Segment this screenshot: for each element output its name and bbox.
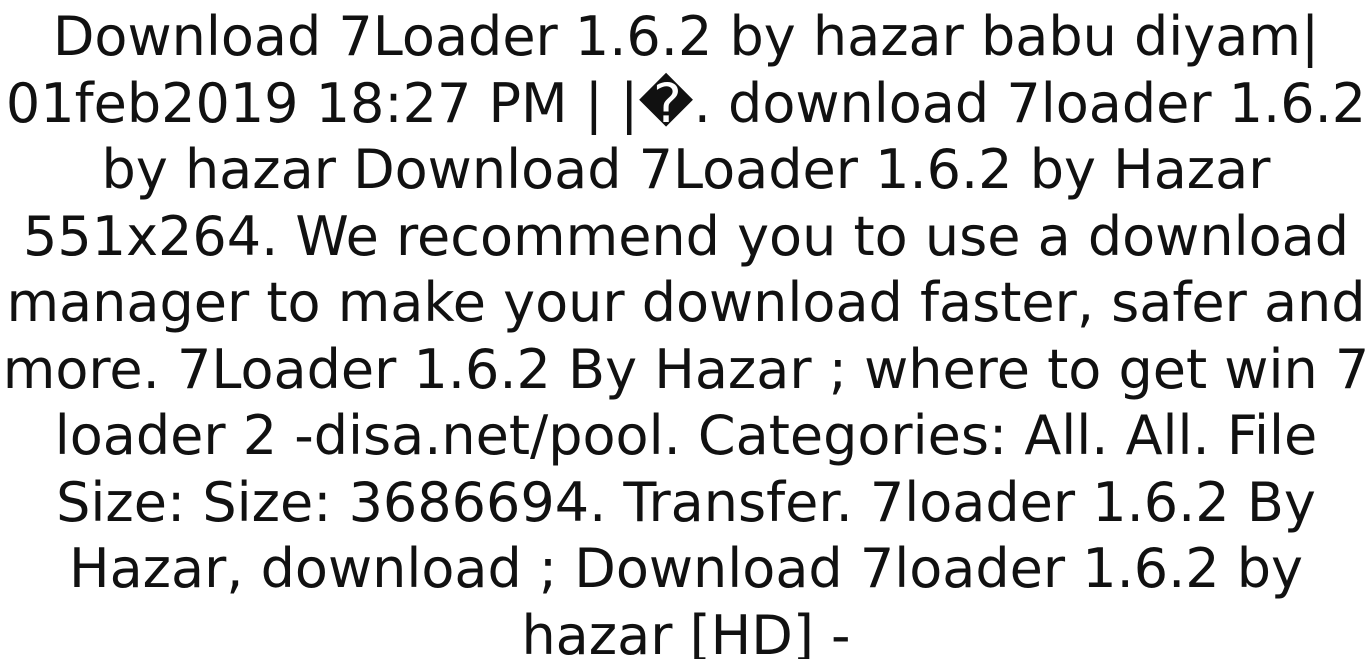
text-line-1: Download 7Loader 1.6.2 by hazar babu diy… <box>52 5 1320 68</box>
text-line-7: loader 2 -disa.net/pool. Categories: All… <box>54 404 1318 467</box>
body-text: Download 7Loader 1.6.2 by hazar babu diy… <box>0 4 1372 659</box>
text-line-9: Hazar, download ; Download 7loader 1.6.2… <box>68 537 1304 600</box>
text-line-8: Size: Size: 3686694. Transfer. 7loader 1… <box>56 470 1316 534</box>
text-line-5: manager to make your download faster, sa… <box>6 271 1366 334</box>
text-line-10: hazar [HD] - <box>521 603 851 659</box>
text-line-3: by hazar Download 7Loader 1.6.2 by Hazar <box>101 138 1271 201</box>
text-line-4: 551x264. We recommend you to use a downl… <box>23 204 1349 268</box>
text-line-6: more. 7Loader 1.6.2 By Hazar ; where to … <box>2 337 1370 401</box>
document-page: Download 7Loader 1.6.2 by hazar babu diy… <box>0 0 1372 659</box>
text-line-2: 01feb2019 18:27 PM | |�. download 7loade… <box>5 71 1367 135</box>
